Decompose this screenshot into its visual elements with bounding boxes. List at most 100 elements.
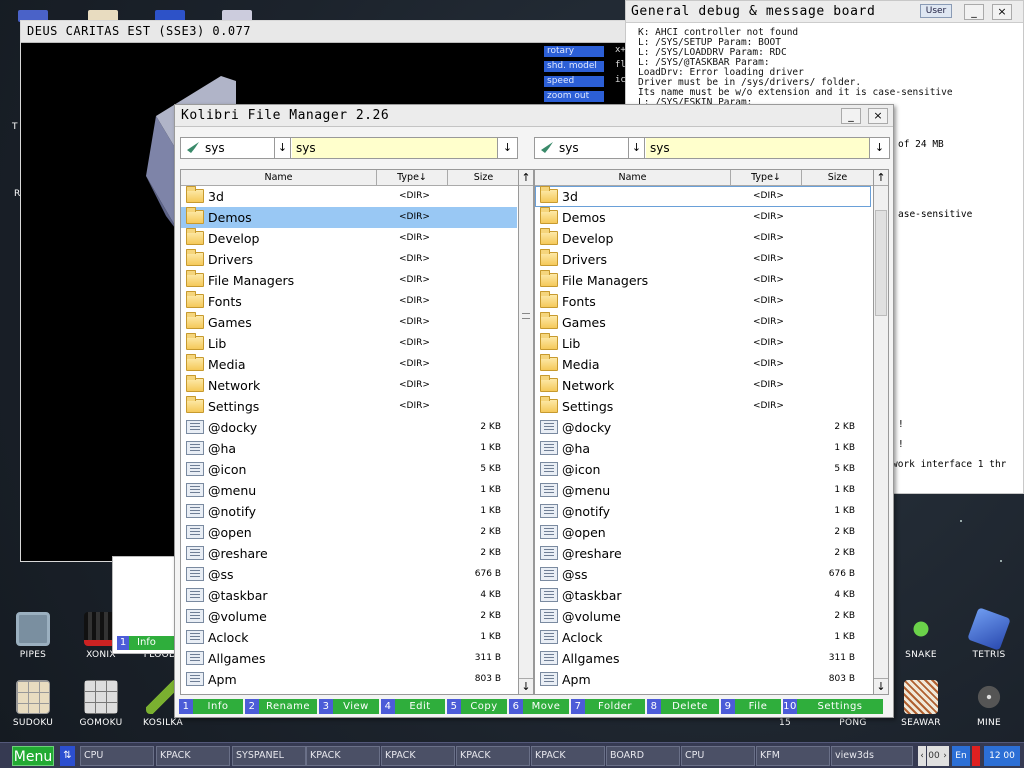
file-row[interactable]: @ss 676 B xyxy=(181,564,517,585)
clock[interactable]: 12 00 xyxy=(984,746,1020,766)
taskbar-task-button[interactable]: KPACK xyxy=(456,746,530,766)
file-row[interactable]: Allgames 311 B xyxy=(535,648,871,669)
left-file-panel[interactable]: Name Type↓ Size 3d <DIR> Demos <DIR> Develop… xyxy=(180,169,520,695)
switch-icon[interactable]: ⇅ xyxy=(60,746,75,766)
type-column-header[interactable]: Type↓ xyxy=(377,170,448,186)
right-scrollbar[interactable]: ↑ ↓ xyxy=(873,169,889,695)
zoom-out-button[interactable]: zoom out xyxy=(544,91,604,102)
scroll-down-arrow-icon[interactable]: ↓ xyxy=(874,678,888,694)
taskbar-task-button[interactable]: KPACK xyxy=(531,746,605,766)
minimize-button[interactable]: _ xyxy=(964,4,984,20)
name-column-header[interactable]: Name xyxy=(181,170,377,186)
folder-row[interactable]: Drivers <DIR> xyxy=(535,249,871,270)
left-scrollbar[interactable]: ↑ ↓ xyxy=(518,169,534,695)
taskbar-task-button[interactable]: SYSPANEL xyxy=(232,746,306,766)
file-manager-window[interactable]: Kolibri File Manager 2.26 _ × sys ↓ sys … xyxy=(174,104,894,718)
folder-row[interactable]: Settings <DIR> xyxy=(535,396,871,417)
file-row[interactable]: Allgames 311 B xyxy=(181,648,517,669)
folder-row[interactable]: Demos <DIR> xyxy=(535,207,871,228)
file-row[interactable]: @ha 1 KB xyxy=(535,438,871,459)
language-indicator[interactable]: En xyxy=(952,746,970,766)
folder-row[interactable]: Demos <DIR> xyxy=(181,207,517,228)
fkey-info-button[interactable]: 1 Info xyxy=(179,699,243,714)
folder-row[interactable]: Fonts <DIR> xyxy=(181,291,517,312)
left-drive-selector[interactable]: sys xyxy=(181,138,275,158)
tray-counter[interactable]: 00 xyxy=(927,746,941,766)
desktop-icon-mine[interactable]: MINE xyxy=(954,680,1024,728)
taskbar-task-button[interactable]: KPACK xyxy=(156,746,230,766)
file-row[interactable]: @docky 2 KB xyxy=(535,417,871,438)
scroll-grip[interactable] xyxy=(522,313,530,319)
scroll-thumb[interactable] xyxy=(875,210,887,316)
size-column-header[interactable]: Size xyxy=(448,170,519,186)
folder-row[interactable]: Network <DIR> xyxy=(535,375,871,396)
folder-row[interactable]: Settings <DIR> xyxy=(181,396,517,417)
scroll-down-arrow-icon[interactable]: ↓ xyxy=(519,678,533,694)
minimize-button[interactable]: _ xyxy=(841,108,861,124)
taskbar-task-button[interactable]: CPU xyxy=(80,746,154,766)
speed-button[interactable]: speed xyxy=(544,76,604,87)
file-row[interactable]: @menu 1 KB xyxy=(181,480,517,501)
info-button[interactable]: 1 Info xyxy=(117,636,179,650)
file-row[interactable]: @menu 1 KB xyxy=(535,480,871,501)
file-row[interactable]: @ha 1 KB xyxy=(181,438,517,459)
close-button[interactable]: × xyxy=(992,4,1012,20)
file-row[interactable]: @icon 5 KB xyxy=(535,459,871,480)
desktop-icon-pipes[interactable]: PIPES xyxy=(0,612,68,660)
folder-row[interactable]: File Managers <DIR> xyxy=(181,270,517,291)
file-row[interactable]: @ss 676 B xyxy=(535,564,871,585)
folder-row[interactable]: File Managers <DIR> xyxy=(535,270,871,291)
folder-row[interactable]: 3d <DIR> xyxy=(535,186,871,207)
sort-arrow-up-icon[interactable]: ↑ xyxy=(519,170,533,186)
file-row[interactable]: Aclock 1 KB xyxy=(535,627,871,648)
size-column-header[interactable]: Size xyxy=(802,170,873,186)
file-row[interactable]: @open 2 KB xyxy=(535,522,871,543)
desktop-icon-snake[interactable]: SNAKE xyxy=(886,612,956,660)
file-row[interactable]: @volume 2 KB xyxy=(181,606,517,627)
right-path-field[interactable]: sys xyxy=(646,138,870,158)
file-row[interactable]: @docky 2 KB xyxy=(181,417,517,438)
folder-row[interactable]: Lib <DIR> xyxy=(181,333,517,354)
taskbar-task-button[interactable]: KFM xyxy=(756,746,830,766)
name-column-header[interactable]: Name xyxy=(535,170,731,186)
folder-row[interactable]: Develop <DIR> xyxy=(535,228,871,249)
folder-row[interactable]: Fonts <DIR> xyxy=(535,291,871,312)
folder-row[interactable]: Media <DIR> xyxy=(181,354,517,375)
desktop-icon-tetris[interactable]: TETRIS xyxy=(954,607,1024,660)
type-column-header[interactable]: Type↓ xyxy=(731,170,802,186)
fkey-view-button[interactable]: 3 View xyxy=(319,699,379,714)
user-button[interactable]: User xyxy=(920,4,952,18)
folder-row[interactable]: Network <DIR> xyxy=(181,375,517,396)
sort-arrow-up-icon[interactable]: ↑ xyxy=(874,170,888,186)
file-row[interactable]: Apm 803 B xyxy=(181,669,517,690)
left-path-field[interactable]: sys xyxy=(292,138,498,158)
taskbar-task-button[interactable]: view3ds xyxy=(831,746,913,766)
desktop-icon-sudoku[interactable]: SUDOKU xyxy=(0,680,68,728)
taskbar-task-button[interactable]: CPU xyxy=(681,746,755,766)
menu-button[interactable]: Menu xyxy=(12,746,54,766)
folder-row[interactable]: Drivers <DIR> xyxy=(181,249,517,270)
folder-row[interactable]: Develop <DIR> xyxy=(181,228,517,249)
file-row[interactable]: @icon 5 KB xyxy=(181,459,517,480)
left-path-dropdown-arrow[interactable]: ↓ xyxy=(497,138,517,158)
tray-left-arrow-icon[interactable]: ‹ xyxy=(918,746,926,766)
file-row[interactable]: @reshare 2 KB xyxy=(181,543,517,564)
fkey-move-button[interactable]: 6 Move xyxy=(509,699,569,714)
fkey-folder-button[interactable]: 7 Folder xyxy=(571,699,645,714)
right-file-panel[interactable]: Name Type↓ Size 3d <DIR> Demos <DIR> Develop… xyxy=(534,169,874,695)
taskbar-task-button[interactable]: BOARD xyxy=(606,746,680,766)
fkey-rename-button[interactable]: 2 Rename xyxy=(245,699,317,714)
left-drive-dropdown-arrow[interactable]: ↓ xyxy=(275,138,291,158)
file-row[interactable]: @notify 1 KB xyxy=(535,501,871,522)
folder-row[interactable]: Games <DIR> xyxy=(181,312,517,333)
file-row[interactable]: @open 2 KB xyxy=(181,522,517,543)
file-row[interactable]: @taskbar 4 KB xyxy=(535,585,871,606)
folder-row[interactable]: Games <DIR> xyxy=(535,312,871,333)
file-row[interactable]: Apm 803 B xyxy=(535,669,871,690)
fkey-edit-button[interactable]: 4 Edit xyxy=(381,699,445,714)
shade-model-button[interactable]: shd. model xyxy=(544,61,604,72)
taskbar-task-button[interactable]: KPACK xyxy=(381,746,455,766)
file-row[interactable]: @notify 1 KB xyxy=(181,501,517,522)
folder-row[interactable]: 3d <DIR> xyxy=(181,186,517,207)
folder-row[interactable]: Media <DIR> xyxy=(535,354,871,375)
